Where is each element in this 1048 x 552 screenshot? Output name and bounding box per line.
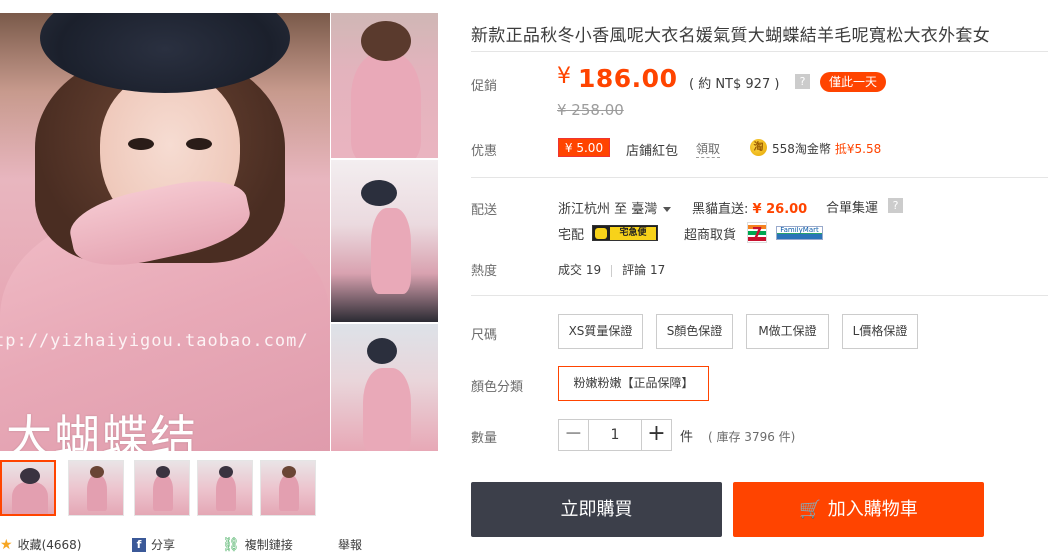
- quantity-input[interactable]: 1: [590, 420, 640, 450]
- chevron-down-icon: [663, 207, 672, 212]
- side-images: [330, 13, 438, 451]
- side-image-3: [331, 324, 438, 451]
- reviews-count[interactable]: 17: [650, 263, 665, 277]
- claim-link[interactable]: 領取: [696, 140, 721, 158]
- share-link[interactable]: f 分享: [132, 536, 175, 552]
- thumbnail[interactable]: [134, 460, 190, 516]
- price-currency: ¥: [557, 64, 571, 89]
- size-label: 尺碼: [471, 328, 498, 343]
- thumbnail[interactable]: [197, 460, 253, 516]
- direct-shipping-price: ¥ 26.00: [752, 202, 808, 217]
- price-help-icon[interactable]: ?: [795, 74, 810, 89]
- favorite-label: 收藏(4668): [17, 538, 82, 552]
- divider: [471, 177, 1048, 178]
- ship-route: 浙江杭州 至 臺灣: [558, 202, 658, 217]
- star-icon: ★: [0, 536, 13, 552]
- divider: [471, 295, 1048, 296]
- add-to-cart-button[interactable]: 🛒 加入購物車: [733, 482, 984, 537]
- blackcat-logo-text: 宅急便: [610, 227, 656, 240]
- consolidated-shipping: 合單集運: [826, 201, 879, 216]
- blackcat-logo-icon: 宅急便: [592, 225, 658, 241]
- image-watermark: tp://yizhaiyigou.taobao.com/: [0, 331, 309, 351]
- ship-route-select[interactable]: 浙江杭州 至 臺灣: [558, 198, 672, 217]
- cart-icon: 🛒: [799, 499, 822, 520]
- quantity-decrease-button[interactable]: −: [559, 420, 589, 450]
- sales-stats: 成交 19 評論 17: [558, 261, 665, 278]
- familymart-logo-text: FamilyMart: [777, 227, 822, 234]
- shop-red-packet: 店鋪紅包: [626, 144, 679, 159]
- home-delivery-label: 宅配: [558, 228, 585, 243]
- size-option-s[interactable]: S顏色保證: [656, 314, 733, 349]
- one-day-badge: 僅此一天: [820, 72, 887, 92]
- shipping-label: 配送: [471, 203, 498, 218]
- thumbnail-strip: [0, 460, 440, 516]
- quantity-label: 數量: [471, 431, 498, 446]
- sold-count: 19: [585, 263, 602, 277]
- facebook-icon: f: [132, 537, 146, 552]
- original-price: ¥ 258.00: [557, 101, 624, 119]
- quantity-increase-button[interactable]: +: [641, 420, 671, 450]
- report-label: 舉報: [338, 538, 363, 552]
- copy-link[interactable]: ⛓ 複制鏈接: [222, 536, 293, 552]
- store-pickup-label: 超商取貨: [684, 228, 737, 243]
- add-to-cart-label: 加入購物車: [827, 499, 918, 520]
- image-caption: 大蝴蝶结: [6, 410, 198, 451]
- direct-shipping: 黑貓直送: ¥ 26.00: [692, 198, 807, 217]
- link-icon: ⛓: [222, 536, 240, 552]
- side-image-1: [331, 13, 438, 158]
- stock-count: ( 庫存 3796 件): [708, 430, 796, 444]
- thumbnail[interactable]: [260, 460, 316, 516]
- eye-shape: [128, 138, 154, 150]
- taobao-coins: 558淘金幣 抵¥5.58: [772, 140, 881, 157]
- coins-amount: 558淘金幣: [772, 142, 831, 156]
- size-option-m[interactable]: M做工保證: [746, 314, 829, 349]
- reviews-label[interactable]: 評論: [622, 263, 646, 277]
- quantity-unit: 件: [680, 430, 694, 445]
- coins-deduction: 抵¥5.58: [834, 142, 882, 156]
- current-price: 186.00: [578, 64, 678, 93]
- size-option-xs[interactable]: XS質量保證: [558, 314, 643, 349]
- favorite-link[interactable]: ★ 收藏(4668): [0, 536, 81, 552]
- eye-shape: [186, 138, 212, 150]
- color-label: 顏色分類: [471, 380, 524, 395]
- divider: [471, 51, 1048, 52]
- seven-eleven-logo-icon: 7: [747, 222, 767, 243]
- familymart-logo-icon: FamilyMart: [776, 226, 823, 240]
- copy-link-label: 複制鏈接: [244, 538, 293, 552]
- buy-now-button[interactable]: 立即購買: [471, 482, 722, 537]
- thumbnail[interactable]: [0, 460, 56, 516]
- heat-label: 熱度: [471, 264, 498, 279]
- coupon-badge[interactable]: ¥ 5.00: [558, 138, 610, 157]
- seven-eleven-logo-text: 7: [752, 224, 763, 242]
- size-option-l[interactable]: L價格保證: [842, 314, 918, 349]
- taobao-coin-icon: 淘: [750, 139, 767, 156]
- main-product-image[interactable]: tp://yizhaiyigou.taobao.com/ 大蝴蝶结: [0, 13, 330, 451]
- shipping-help-icon[interactable]: ?: [888, 198, 903, 213]
- quantity-stepper: − 1 +: [558, 419, 672, 451]
- ntd-price: ( 約 NT$ 927 ): [689, 77, 780, 92]
- color-option-pink[interactable]: 粉嫩粉嫩【正品保障】: [558, 366, 709, 401]
- share-label: 分享: [151, 538, 176, 552]
- product-title: 新款正品秋冬小香風呢大衣名媛氣質大蝴蝶結羊毛呢寬松大衣外套女: [471, 26, 990, 46]
- thumbnail[interactable]: [68, 460, 124, 516]
- report-link[interactable]: 舉報: [338, 536, 362, 552]
- direct-shipping-label: 黑貓直送:: [692, 202, 749, 217]
- sold-label: 成交: [558, 263, 583, 277]
- promo-label: 促銷: [471, 79, 498, 94]
- discount-label: 优惠: [471, 144, 498, 159]
- side-image-2: [331, 160, 438, 322]
